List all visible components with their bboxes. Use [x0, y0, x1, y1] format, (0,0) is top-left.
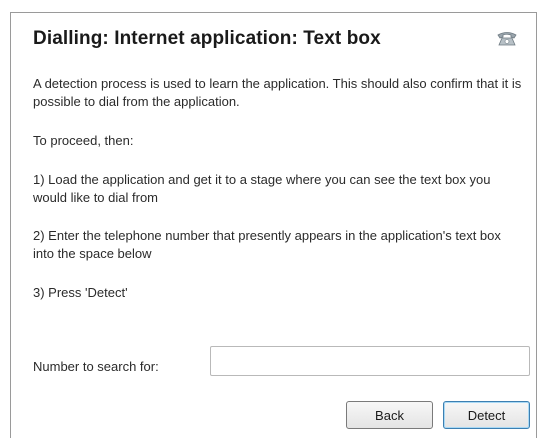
search-number-input[interactable] — [210, 346, 530, 376]
intro-text: A detection process is used to learn the… — [33, 76, 522, 109]
detect-button[interactable]: Detect — [443, 401, 530, 429]
step-1-text: 1) Load the application and get it to a … — [33, 172, 491, 205]
search-number-label: Number to search for: — [33, 359, 159, 374]
step-2-text: 2) Enter the telephone number that prese… — [33, 228, 501, 261]
phone-icon — [496, 31, 518, 47]
proceed-text: To proceed, then: — [33, 133, 134, 148]
dialling-dialog: Dialling: Internet application: Text box… — [10, 12, 537, 438]
step-3-text: 3) Press 'Detect' — [33, 285, 128, 300]
back-button[interactable]: Back — [346, 401, 433, 429]
dialog-title: Dialling: Internet application: Text box — [33, 28, 381, 49]
